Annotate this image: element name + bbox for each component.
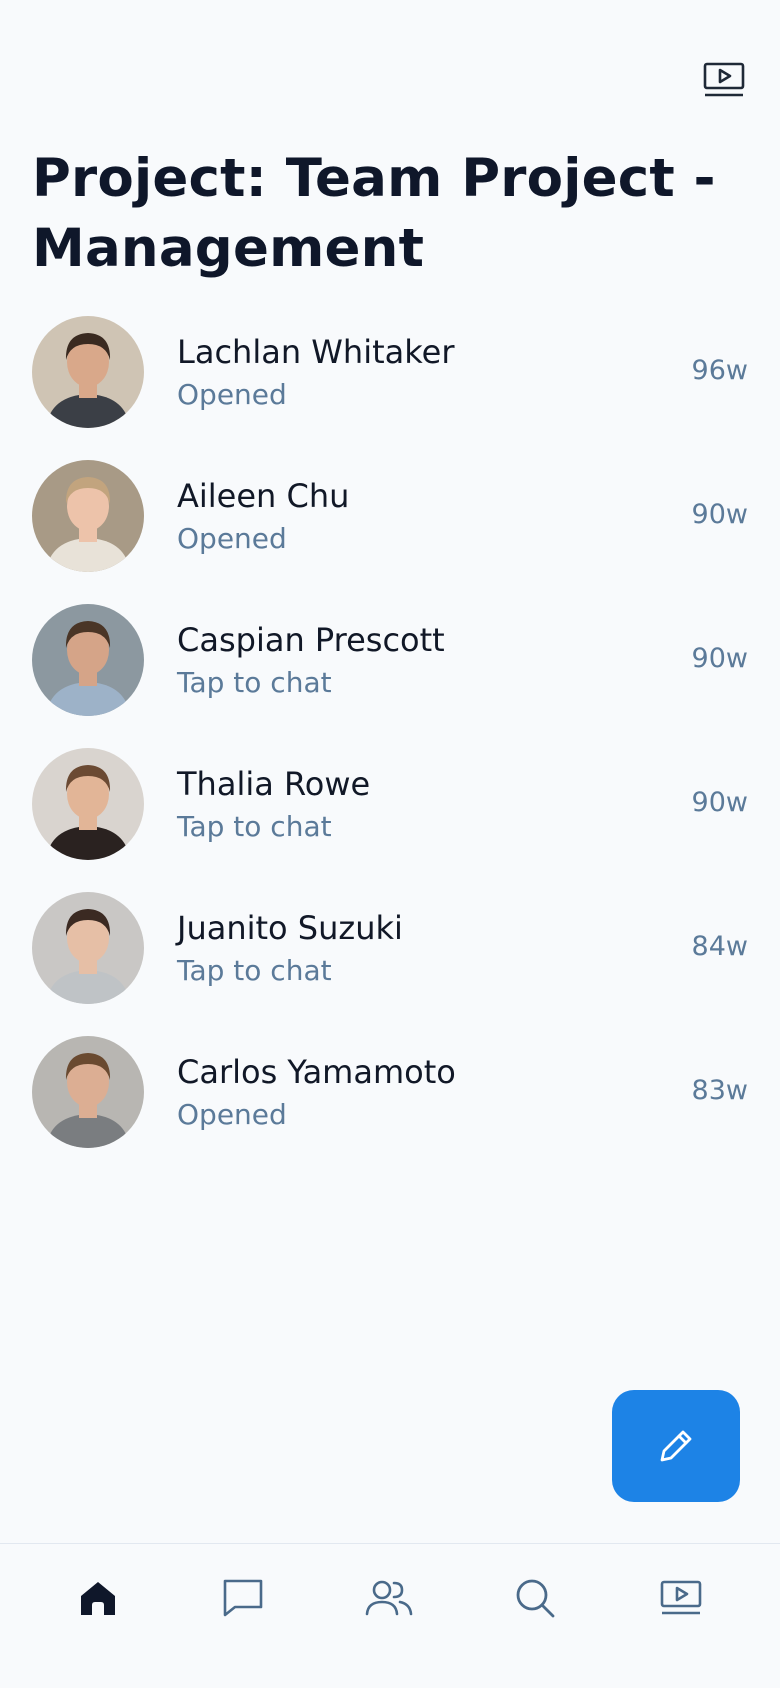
avatar[interactable] (32, 460, 144, 572)
message-icon (223, 1579, 263, 1617)
chat-status: Opened (177, 378, 287, 411)
chat-row[interactable]: Thalia Rowe Tap to chat 90w (0, 744, 780, 888)
contact-name: Thalia Rowe (177, 765, 371, 803)
nav-people[interactable] (359, 1570, 419, 1626)
video-icon (660, 1580, 702, 1615)
contact-name: Caspian Prescott (177, 621, 445, 659)
pencil-icon (660, 1430, 692, 1462)
avatar[interactable] (32, 1036, 144, 1148)
chat-timestamp: 84w (691, 931, 748, 962)
chat-status: Tap to chat (177, 954, 332, 987)
chat-list: Lachlan Whitaker Opened 96w Aileen Chu Opene… (0, 312, 780, 1176)
home-icon (81, 1582, 115, 1615)
chat-row[interactable]: Carlos Yamamoto Opened 83w (0, 1032, 780, 1176)
page-title: Project: Team Project - Management (32, 148, 716, 279)
contact-name: Lachlan Whitaker (177, 333, 455, 371)
chat-status: Tap to chat (177, 666, 332, 699)
people-icon (365, 1580, 413, 1616)
avatar[interactable] (32, 604, 144, 716)
chat-timestamp: 83w (691, 1075, 748, 1106)
chat-row[interactable]: Lachlan Whitaker Opened 96w (0, 312, 780, 456)
compose-button[interactable] (612, 1390, 740, 1502)
chat-timestamp: 90w (691, 643, 748, 674)
chat-status: Opened (177, 1098, 287, 1131)
top-bar (0, 0, 780, 130)
avatar[interactable] (32, 316, 144, 428)
nav-messages[interactable] (213, 1570, 273, 1626)
chat-row[interactable]: Juanito Suzuki Tap to chat 84w (0, 888, 780, 1032)
chat-timestamp: 90w (691, 499, 748, 530)
video-icon[interactable] (700, 58, 748, 102)
chat-row[interactable]: Aileen Chu Opened 90w (0, 456, 780, 600)
chat-status: Tap to chat (177, 810, 332, 843)
contact-name: Carlos Yamamoto (177, 1053, 456, 1091)
chat-row[interactable]: Caspian Prescott Tap to chat 90w (0, 600, 780, 744)
chat-timestamp: 96w (691, 355, 748, 386)
bottom-nav (0, 1543, 780, 1688)
contact-name: Aileen Chu (177, 477, 350, 515)
chat-status: Opened (177, 522, 287, 555)
nav-search[interactable] (505, 1570, 565, 1626)
nav-home[interactable] (68, 1570, 128, 1626)
nav-video[interactable] (651, 1570, 711, 1626)
avatar[interactable] (32, 748, 144, 860)
messages-screen: Project: Team Project - Management Lachl… (0, 0, 780, 1688)
search-icon (516, 1579, 555, 1618)
chat-timestamp: 90w (691, 787, 748, 818)
contact-name: Juanito Suzuki (177, 909, 403, 947)
avatar[interactable] (32, 892, 144, 1004)
